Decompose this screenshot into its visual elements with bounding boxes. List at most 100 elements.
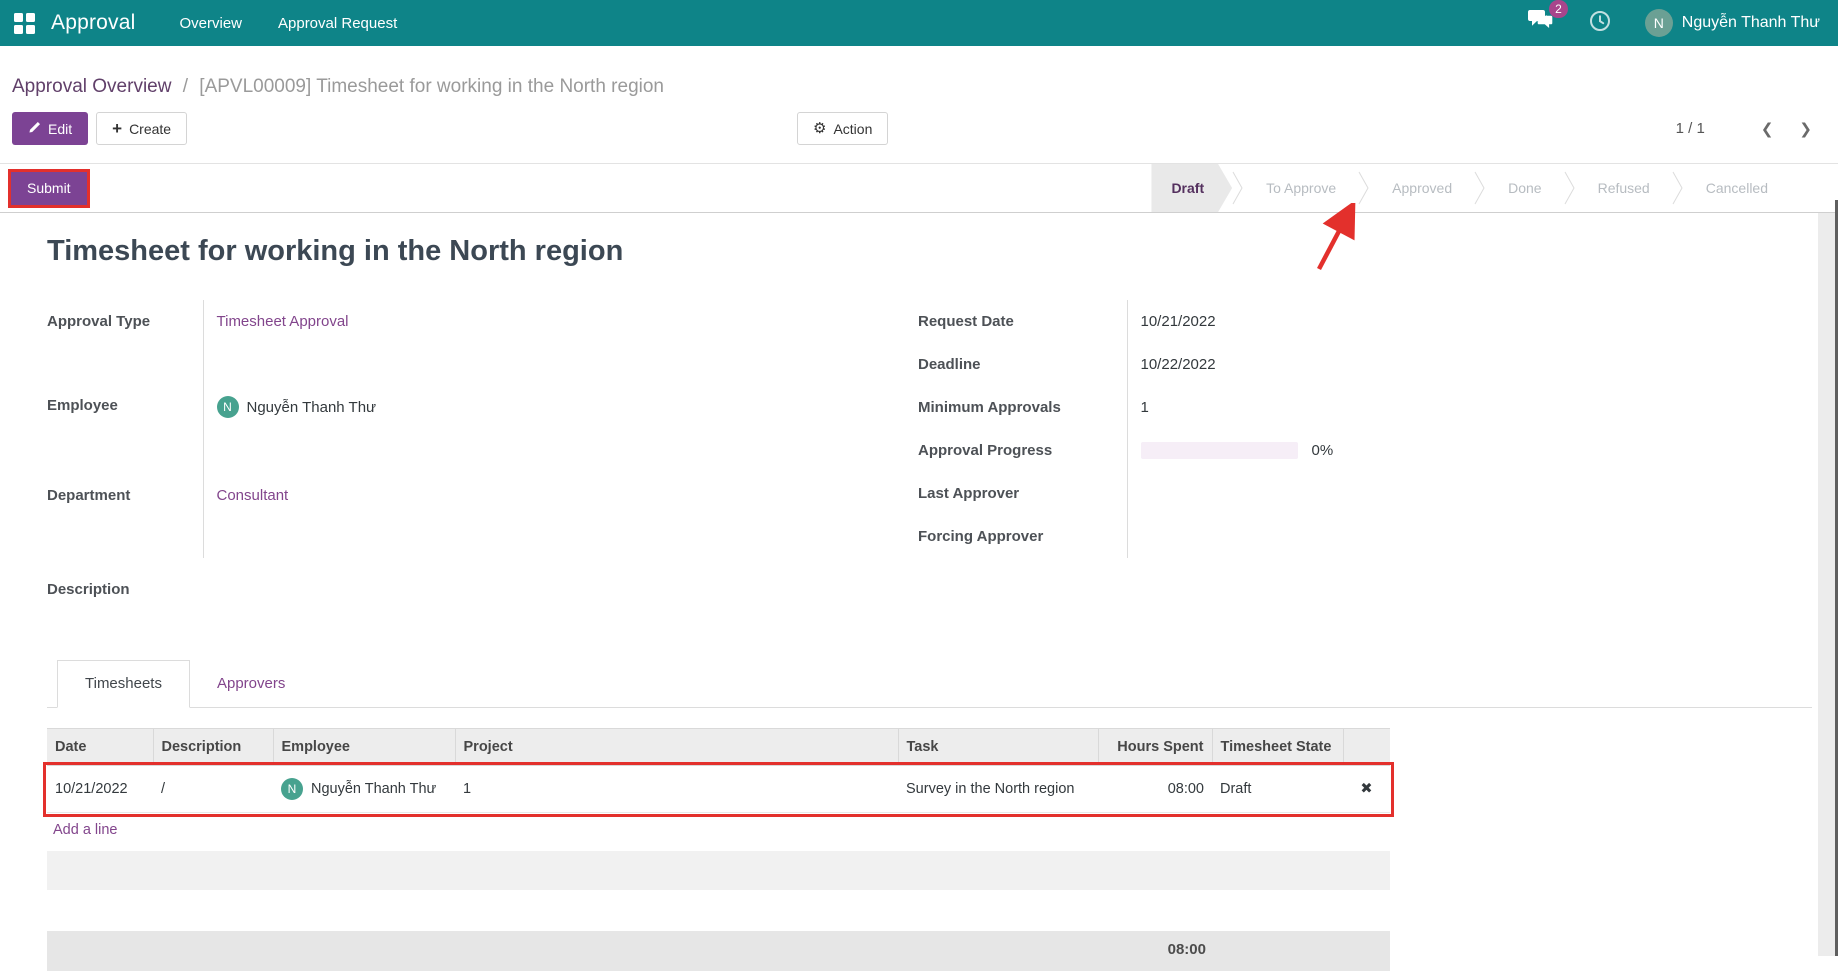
add-a-line-link[interactable]: Add a line	[47, 813, 1390, 848]
breadcrumb: Approval Overview / [APVL00009] Timeshee…	[0, 46, 1838, 98]
minimum-approvals-value: 1	[1126, 386, 1812, 429]
notebook-tabs: Timesheets Approvers	[47, 660, 1812, 708]
create-button[interactable]: + Create	[96, 112, 188, 145]
breadcrumb-current: [APVL00009] Timesheet for working in the…	[199, 76, 664, 97]
breadcrumb-parent-link[interactable]: Approval Overview	[12, 76, 171, 97]
approval-progress-value: 0%	[1311, 442, 1334, 459]
field-last-approver: Last Approver	[918, 472, 1812, 515]
chevron-separator-icon	[1564, 171, 1575, 205]
description-label: Description	[47, 581, 130, 598]
table-footer: 08:00	[47, 931, 1390, 971]
field-approval-progress: Approval Progress 0%	[918, 429, 1812, 472]
cell-timesheet-state[interactable]: Draft	[1212, 765, 1343, 813]
field-label: Last Approver	[918, 485, 1020, 502]
user-name[interactable]: Nguyễn Thanh Thư	[1682, 14, 1820, 32]
table-header-row: Date Description Employee Project Task H…	[47, 728, 1390, 766]
department-link[interactable]: Consultant	[217, 487, 289, 504]
employee-name[interactable]: Nguyễn Thanh Thư	[247, 398, 377, 417]
create-button-label: Create	[129, 120, 172, 137]
field-label: Deadline	[918, 356, 981, 373]
pager-count: 1 / 1	[1675, 120, 1705, 137]
column-header-hours-spent[interactable]: Hours Spent	[1098, 728, 1213, 766]
status-step-to-approve[interactable]: To Approve	[1244, 180, 1358, 196]
user-avatar[interactable]: N	[1644, 9, 1673, 37]
row-employee-name: Nguyễn Thanh Thư	[311, 781, 437, 797]
submit-button[interactable]: Submit	[11, 171, 87, 205]
timesheet-row[interactable]: 10/21/2022 / N Nguyễn Thanh Thư 1 Survey…	[43, 761, 1394, 817]
form-statusbar: Submit Draft To Approve Approved Done Re…	[0, 163, 1838, 213]
deadline-value: 10/22/2022	[1126, 343, 1812, 386]
chevron-separator-icon	[1474, 171, 1485, 205]
action-button[interactable]: ⚙ Action	[797, 112, 889, 145]
app-title: Approval	[51, 11, 136, 34]
status-step-done[interactable]: Done	[1486, 180, 1563, 196]
employee-avatar: N	[216, 396, 239, 419]
pencil-icon	[28, 121, 41, 137]
cell-project[interactable]: 1	[455, 765, 898, 813]
nav-item-overview[interactable]: Overview	[161, 2, 260, 45]
chevron-separator-icon	[1672, 171, 1683, 205]
empty-list-row	[47, 890, 1390, 931]
field-label: Request Date	[918, 313, 1014, 330]
status-pipeline: Draft To Approve Approved Done Refused C…	[1151, 164, 1838, 212]
field-employee: Employee N Nguyễn Thanh Thư	[47, 384, 918, 474]
submit-annotation-box: Submit	[8, 168, 90, 208]
cell-task[interactable]: Survey in the North region	[898, 765, 1098, 813]
column-header-date[interactable]: Date	[47, 728, 154, 766]
column-header-description[interactable]: Description	[153, 728, 274, 766]
tab-approvers[interactable]: Approvers	[190, 661, 312, 707]
row-employee-avatar: N	[281, 778, 303, 800]
cell-employee[interactable]: N Nguyễn Thanh Thư	[273, 765, 455, 813]
cell-description[interactable]: /	[153, 765, 273, 813]
top-navbar: Approval Overview Approval Request 2 N N…	[0, 0, 1838, 46]
action-button-label: Action	[833, 120, 873, 137]
chevron-separator-icon	[1232, 171, 1243, 205]
edit-button[interactable]: Edit	[12, 112, 89, 145]
column-header-employee[interactable]: Employee	[273, 728, 456, 766]
activity-button[interactable]	[1589, 10, 1611, 37]
column-header-project[interactable]: Project	[455, 728, 899, 766]
plus-icon: +	[112, 118, 123, 138]
last-approver-value	[1126, 472, 1812, 515]
cell-date[interactable]: 10/21/2022	[47, 765, 153, 813]
status-step-draft[interactable]: Draft	[1151, 164, 1232, 212]
field-group-right: Request Date 10/21/2022 Deadline 10/22/2…	[918, 300, 1812, 558]
hours-spent-total: 08:00	[1167, 941, 1206, 958]
field-label: Approval Type	[47, 313, 151, 330]
cell-hours-spent[interactable]: 08:00	[1098, 765, 1212, 813]
field-label: Employee	[47, 397, 118, 415]
field-label: Approval Progress	[918, 442, 1053, 459]
empty-list-stripe	[47, 851, 1390, 890]
pager-prev-icon[interactable]: ❮	[1761, 120, 1774, 138]
control-panel: Edit + Create ⚙ Action 1 / 1 ❮ ❯	[0, 112, 1838, 145]
vertical-scrollbar-track[interactable]	[1818, 213, 1835, 956]
field-minimum-approvals: Minimum Approvals 1	[918, 386, 1812, 429]
timesheet-table: Date Description Employee Project Task H…	[43, 728, 1394, 817]
breadcrumb-separator: /	[182, 76, 189, 97]
approval-progress-bar	[1140, 442, 1298, 459]
column-header-task[interactable]: Task	[898, 728, 1099, 766]
field-label: Department	[47, 486, 131, 504]
tab-timesheets[interactable]: Timesheets	[57, 660, 190, 708]
status-step-approved[interactable]: Approved	[1370, 180, 1474, 196]
column-header-actions	[1343, 728, 1390, 766]
field-label: Minimum Approvals	[918, 399, 1061, 416]
status-step-cancelled[interactable]: Cancelled	[1684, 180, 1790, 196]
nav-item-approval-request[interactable]: Approval Request	[260, 2, 415, 45]
messages-button[interactable]: 2	[1527, 0, 1568, 37]
gear-icon: ⚙	[813, 119, 827, 137]
pager-next-icon[interactable]: ❯	[1799, 120, 1812, 138]
chevron-separator-icon	[1358, 171, 1369, 205]
pager: 1 / 1 ❮ ❯	[1676, 120, 1812, 138]
apps-menu-icon[interactable]	[14, 12, 35, 34]
column-header-timesheet-state[interactable]: Timesheet State	[1212, 728, 1344, 766]
edit-button-label: Edit	[48, 120, 73, 137]
clock-icon	[1589, 10, 1611, 37]
approval-type-link[interactable]: Timesheet Approval	[217, 313, 349, 330]
status-step-refused[interactable]: Refused	[1576, 180, 1672, 196]
field-label: Forcing Approver	[918, 528, 1044, 545]
field-approval-type: Approval Type Timesheet Approval	[47, 300, 918, 385]
delete-row-icon[interactable]: ✖	[1343, 765, 1390, 813]
field-forcing-approver: Forcing Approver	[918, 515, 1812, 558]
field-deadline: Deadline 10/22/2022	[918, 343, 1812, 386]
